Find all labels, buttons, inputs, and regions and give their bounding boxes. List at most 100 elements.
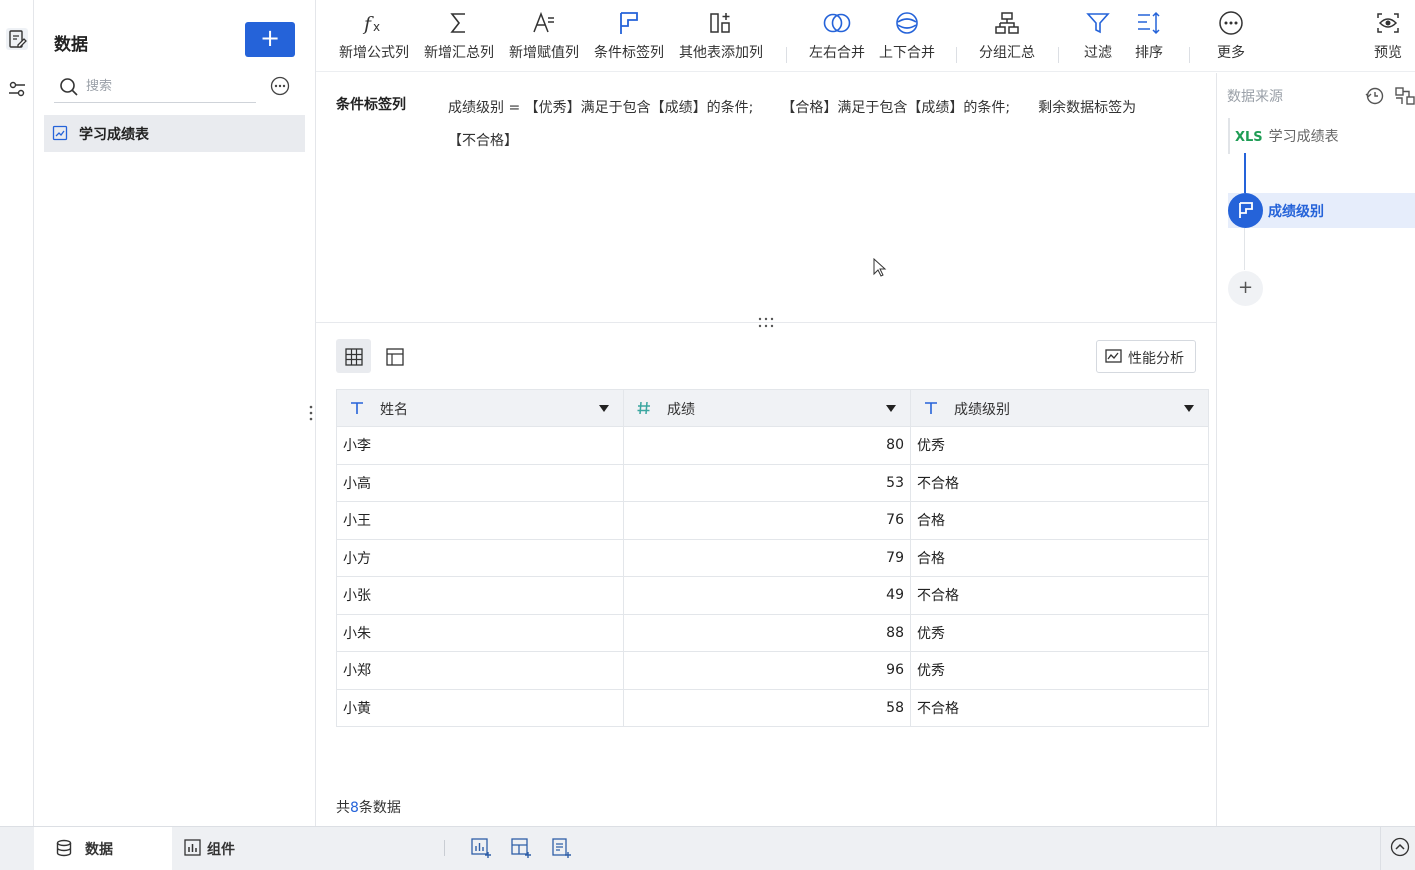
score-cell[interactable]: 76 [623, 501, 911, 540]
add-chart-icon[interactable] [470, 837, 492, 859]
column-header-grade[interactable]: 成绩级别 [910, 389, 1209, 427]
preview-button[interactable]: 预览 [1366, 8, 1410, 68]
caret-down-icon[interactable] [1184, 405, 1194, 413]
chart-monitor-icon [1105, 349, 1122, 363]
add-step-button[interactable]: + [1228, 271, 1263, 306]
score-cell[interactable]: 49 [623, 576, 911, 615]
condition-part-4: 【不合格】 [448, 133, 518, 149]
score-cell[interactable]: 88 [623, 613, 911, 652]
text-type-icon [351, 402, 363, 414]
number-type-icon [637, 401, 650, 415]
vertical-merge-button[interactable]: 上下合并 [876, 8, 938, 68]
row-count: 共8条数据 [336, 800, 401, 816]
add-column-icon [710, 13, 730, 33]
name-cell[interactable]: 小郑 [336, 651, 624, 690]
relation-icon[interactable] [1395, 86, 1415, 106]
toolbar-separator [1058, 47, 1059, 63]
score-cell[interactable]: 96 [623, 651, 911, 690]
layout-view-button[interactable] [377, 339, 412, 373]
caret-down-icon[interactable] [599, 405, 609, 413]
grade-cell[interactable]: 合格 [910, 501, 1209, 540]
grid-icon [345, 348, 363, 366]
table-row: 小朱 88 优秀 [336, 613, 1209, 652]
name-cell[interactable]: 小王 [336, 501, 624, 540]
column-header-score[interactable]: 成绩 [623, 389, 911, 427]
table-row: 小高 53 不合格 [336, 463, 1209, 502]
search-icon [60, 78, 78, 96]
add-step-connector [1244, 228, 1245, 270]
add-formula-column-button[interactable]: fx 新增公式列 [336, 8, 412, 68]
dataset-name: 学习成绩表 [79, 127, 149, 143]
grade-cell[interactable]: 优秀 [910, 426, 1209, 465]
add-summary-column-button[interactable]: 新增汇总列 [421, 8, 497, 68]
horizontal-merge-icon [823, 13, 851, 33]
source-connector [1228, 118, 1230, 154]
bottom-separator [444, 840, 445, 856]
grid-view-button[interactable] [336, 339, 371, 373]
xls-file-icon: XLS [1235, 130, 1263, 145]
name-cell[interactable]: 小李 [336, 426, 624, 465]
name-cell[interactable]: 小黄 [336, 688, 624, 727]
group-summary-button[interactable]: 分组汇总 [976, 8, 1038, 68]
score-cell[interactable]: 80 [623, 426, 911, 465]
name-cell[interactable]: 小高 [336, 463, 624, 502]
toolbar-separator [1189, 47, 1190, 63]
flag-icon [1228, 193, 1263, 228]
name-cell[interactable]: 小朱 [336, 613, 624, 652]
more-button[interactable]: 更多 [1209, 8, 1253, 68]
condition-label-column-button[interactable]: 条件标签列 [591, 8, 667, 68]
source-table[interactable]: XLS 学习成绩表 [1235, 126, 1339, 146]
other-table-add-column-button[interactable]: 其他表添加列 [676, 8, 766, 68]
name-cell[interactable]: 小方 [336, 538, 624, 577]
settings-sliders-icon[interactable] [6, 78, 28, 100]
text-type-icon [925, 402, 937, 414]
add-assign-column-button[interactable]: 新增赋值列 [506, 8, 582, 68]
icon-rail [0, 0, 34, 826]
add-dashboard-icon[interactable] [510, 837, 532, 859]
add-data-button[interactable]: + [245, 22, 295, 57]
name-cell[interactable]: 小张 [336, 576, 624, 615]
table-row: 小李 80 优秀 [336, 426, 1209, 465]
grade-cell[interactable]: 优秀 [910, 613, 1209, 652]
config-label: 条件标签列 [336, 97, 406, 113]
group-icon [995, 12, 1019, 34]
data-edit-icon[interactable] [6, 28, 28, 50]
condition-part-3: 剩余数据标签为 [1038, 100, 1137, 116]
more-options-icon[interactable] [270, 76, 290, 100]
step-node-grade[interactable]: 成绩级别 [1228, 193, 1415, 228]
vertical-splitter-handle[interactable] [309, 404, 313, 426]
tab-data[interactable]: 数据 [34, 827, 172, 870]
search-box [54, 70, 256, 103]
sort-icon [1138, 11, 1160, 35]
data-panel: 数据 + 学习成绩表 [34, 0, 316, 826]
score-cell[interactable]: 79 [623, 538, 911, 577]
grade-cell[interactable]: 不合格 [910, 576, 1209, 615]
grade-cell[interactable]: 合格 [910, 538, 1209, 577]
data-table: 姓名 成绩 成绩级别 小李 80 优秀 小高 53 不合格 小王 76 合格 小方 79 合格 … [336, 389, 1209, 727]
table-row: 小方 79 合格 [336, 538, 1209, 577]
dataset-item[interactable]: 学习成绩表 [44, 115, 305, 152]
table-row: 小黄 58 不合格 [336, 688, 1209, 727]
grade-cell[interactable]: 不合格 [910, 688, 1209, 727]
caret-down-icon[interactable] [886, 405, 896, 413]
add-report-icon[interactable] [550, 837, 572, 859]
history-icon[interactable] [1365, 86, 1385, 106]
collapse-toggle[interactable] [1380, 827, 1415, 870]
grade-cell[interactable]: 优秀 [910, 651, 1209, 690]
eye-icon [1377, 13, 1399, 33]
formula-icon: fx [362, 13, 380, 35]
performance-analysis-button[interactable]: 性能分析 [1096, 340, 1196, 373]
score-cell[interactable]: 53 [623, 463, 911, 502]
sort-button[interactable]: 排序 [1127, 8, 1171, 68]
horizontal-splitter-handle[interactable] [757, 316, 775, 334]
column-header-name[interactable]: 姓名 [336, 389, 624, 427]
condition-description: 成绩级别 = 【优秀】满足于包含【成绩】的条件; 【合格】满足于包含【成绩】的条件… [448, 92, 1188, 158]
search-input[interactable] [86, 74, 246, 98]
horizontal-merge-button[interactable]: 左右合并 [806, 8, 868, 68]
score-cell[interactable]: 58 [623, 688, 911, 727]
grade-cell[interactable]: 不合格 [910, 463, 1209, 502]
filter-button[interactable]: 过滤 [1076, 8, 1120, 68]
tab-components[interactable]: 组件 [172, 827, 292, 870]
flow-connector [1244, 153, 1246, 195]
dataset-icon [52, 125, 68, 141]
